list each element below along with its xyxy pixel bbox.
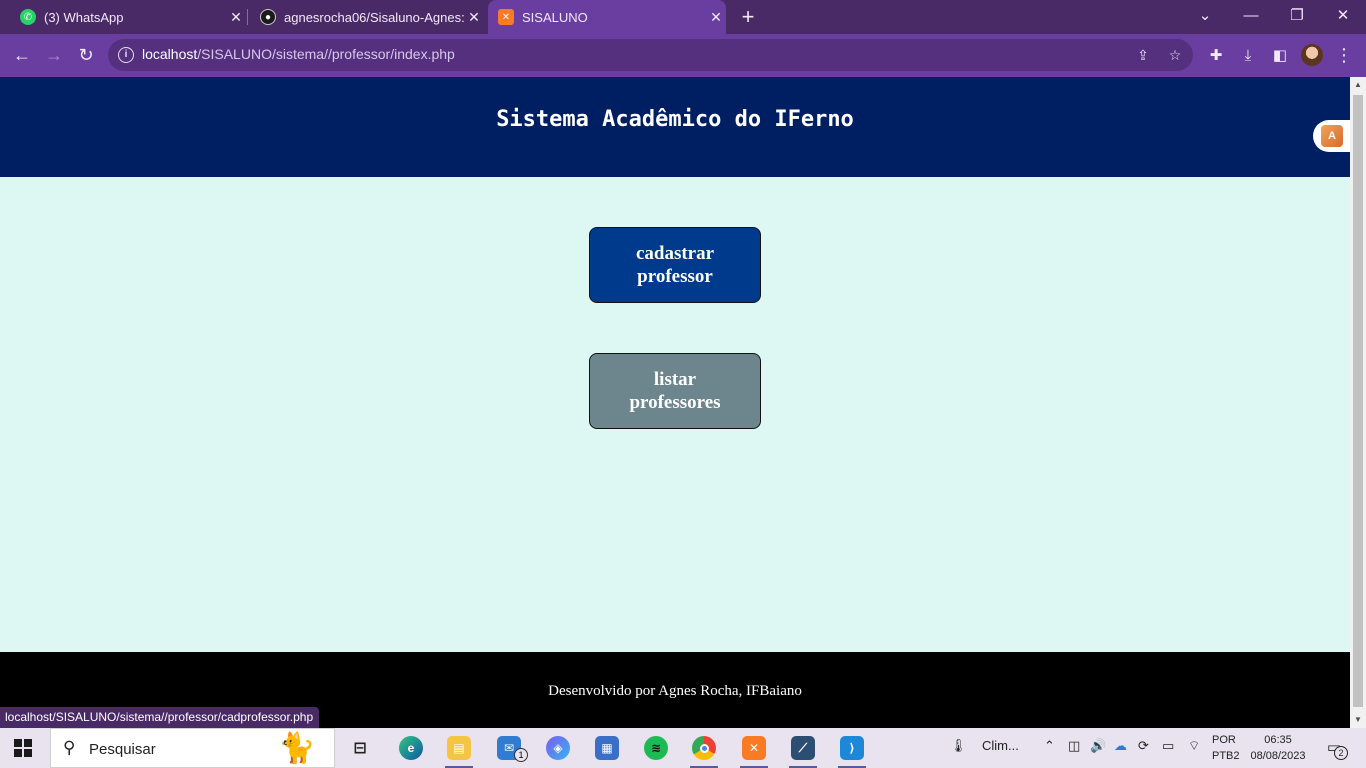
address-bar[interactable]: i localhost/SISALUNO/sistema//professor/…: [108, 39, 1193, 71]
close-window-icon[interactable]: ✕: [1320, 0, 1366, 34]
notification-center-icon[interactable]: ▭ 2: [1323, 738, 1348, 760]
taskbar-search[interactable]: ⚲ Pesquisar 🐈: [50, 728, 335, 768]
github-icon: ●: [260, 9, 276, 25]
tab-github[interactable]: ● agnesrocha06/Sisaluno-Agnes: R ✕: [252, 0, 484, 34]
spotify-icon[interactable]: ≋: [639, 734, 673, 762]
wifi-icon[interactable]: ⌔: [1188, 738, 1200, 754]
mysql-workbench-icon[interactable]: ⟋: [786, 734, 820, 768]
volume-icon[interactable]: 🔊: [1090, 738, 1106, 754]
meet-icon[interactable]: ◫: [1068, 738, 1080, 754]
sync-icon[interactable]: ⟳: [1138, 738, 1149, 754]
close-tab-icon[interactable]: ✕: [226, 9, 246, 26]
link-status-bubble: localhost/SISALUNO/sistema//professor/ca…: [0, 707, 320, 728]
weather-label[interactable]: Clim...: [982, 738, 1019, 753]
mail-icon[interactable]: ✉ 1: [492, 734, 528, 762]
search-highlight-cat-icon[interactable]: 🐈: [275, 731, 319, 767]
scroll-down-icon[interactable]: ▼: [1350, 712, 1366, 728]
extension-floating-badge[interactable]: A: [1313, 120, 1353, 152]
tab-separator: [247, 9, 248, 25]
chrome-icon[interactable]: [687, 734, 721, 768]
browser-toolbar: ← → ↻ i localhost/SISALUNO/sistema//prof…: [0, 34, 1366, 77]
tab-title: SISALUNO: [522, 9, 588, 25]
reload-icon[interactable]: ↻: [73, 42, 99, 68]
mail-badge: 1: [514, 748, 528, 762]
windows-taskbar: ⚲ Pesquisar 🐈 ⊟ e ▤ ✉ 1 ◈ ▦ ≋ ✕ ⟋ ⟩ 🌡 Cli…: [0, 728, 1366, 768]
scroll-up-icon[interactable]: ▲: [1350, 77, 1366, 93]
share-icon[interactable]: ⇪: [1133, 45, 1153, 65]
site-info-icon[interactable]: i: [118, 47, 134, 63]
xampp-icon: ✕: [498, 9, 514, 25]
profile-avatar[interactable]: [1301, 44, 1323, 66]
weather-icon[interactable]: 🌡: [950, 738, 967, 754]
back-icon[interactable]: ←: [9, 42, 35, 68]
windows-start-icon[interactable]: [14, 739, 32, 757]
page-header: Sistema Acadêmico do IFerno A: [0, 77, 1353, 177]
tab-title: (3) WhatsApp: [44, 9, 124, 25]
task-view-icon[interactable]: ⊟: [343, 734, 377, 762]
tab-title: agnesrocha06/Sisaluno-Agnes: R: [284, 9, 464, 25]
tab-whatsapp[interactable]: ✆ (3) WhatsApp ✕: [12, 0, 246, 34]
side-panel-icon[interactable]: ◧: [1269, 45, 1291, 67]
battery-icon[interactable]: ▭: [1162, 738, 1174, 754]
page-title: Sistema Acadêmico do IFerno: [496, 107, 854, 132]
extension-icon: A: [1321, 125, 1343, 147]
whatsapp-icon: ✆: [20, 9, 36, 25]
browser-menu-icon[interactable]: ⋮: [1334, 44, 1354, 66]
search-icon: ⚲: [63, 738, 76, 757]
language-indicator[interactable]: POR PTB2: [1212, 732, 1240, 764]
bookmark-star-icon[interactable]: ☆: [1165, 45, 1185, 65]
close-tab-icon[interactable]: ✕: [706, 9, 726, 26]
tray-overflow-icon[interactable]: ⌃: [1044, 738, 1055, 754]
minimize-icon[interactable]: —: [1228, 0, 1274, 34]
page-viewport: Sistema Acadêmico do IFerno A cadastrar …: [0, 77, 1353, 728]
scroll-thumb[interactable]: [1353, 95, 1363, 707]
file-explorer-icon[interactable]: ▤: [442, 734, 476, 768]
copilot-icon[interactable]: ◈: [541, 734, 575, 762]
news-app-icon[interactable]: ▦: [590, 734, 624, 762]
extensions-icon[interactable]: ✚: [1205, 45, 1227, 67]
cadastrar-professor-button[interactable]: cadastrar professor: [589, 227, 761, 303]
forward-icon[interactable]: →: [41, 42, 67, 68]
close-tab-icon[interactable]: ✕: [464, 9, 484, 26]
xampp-taskbar-icon[interactable]: ✕: [737, 734, 771, 768]
download-icon[interactable]: ⤓: [1237, 45, 1259, 67]
listar-professores-button[interactable]: listar professores: [589, 353, 761, 429]
browser-tab-strip: ✆ (3) WhatsApp ✕ ● agnesrocha06/Sisaluno…: [0, 0, 1366, 34]
tab-search-icon[interactable]: ⌄: [1182, 0, 1228, 34]
tab-sisaluno[interactable]: ✕ SISALUNO ✕: [488, 0, 726, 34]
search-placeholder: Pesquisar: [89, 741, 156, 758]
new-tab-button[interactable]: +: [736, 5, 760, 29]
clock[interactable]: 06:35 08/08/2023: [1248, 732, 1308, 764]
notification-count: 2: [1334, 746, 1348, 760]
edge-icon[interactable]: e: [394, 734, 428, 762]
restore-icon[interactable]: ❐: [1274, 0, 1320, 34]
page-scrollbar[interactable]: ▲ ▼: [1350, 77, 1366, 728]
onedrive-icon[interactable]: ☁: [1114, 738, 1127, 754]
vscode-icon[interactable]: ⟩: [835, 734, 869, 768]
footer-credit: Desenvolvido por Agnes Rocha, IFBaiano: [548, 683, 802, 699]
url-text[interactable]: localhost/SISALUNO/sistema//professor/in…: [142, 46, 455, 62]
